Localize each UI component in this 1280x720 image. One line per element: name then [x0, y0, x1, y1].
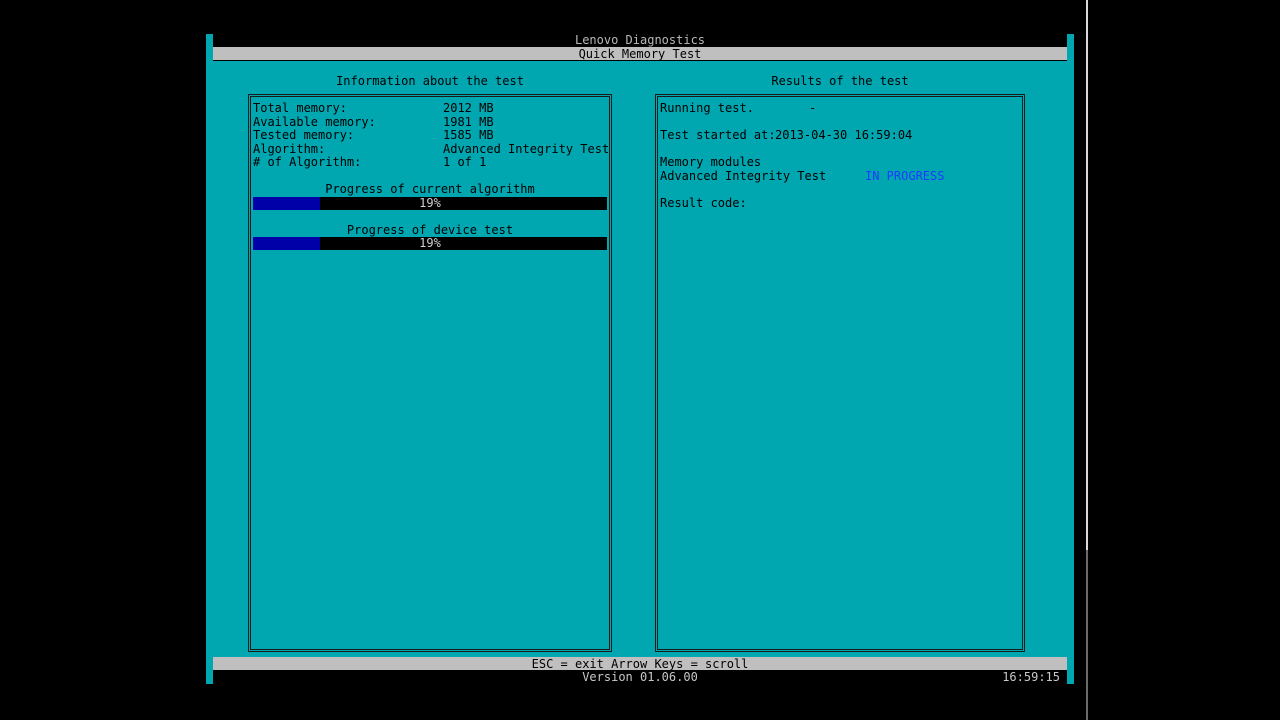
module-test-name: Advanced Integrity Test [660, 169, 827, 183]
window-edge-left [206, 34, 213, 684]
tested-memory-label: Tested memory: [253, 128, 355, 142]
result-code-label: Result code: [660, 196, 747, 210]
test-started-value: 2013-04-30 16:59:04 [775, 128, 913, 142]
test-started-label: Test started at: [660, 128, 776, 142]
current-algorithm-progress-percent: 19% [419, 196, 441, 210]
device-test-progress-bar: 19% [253, 237, 607, 250]
screen-edge-line-lower [1086, 550, 1088, 720]
current-algorithm-progress-title: Progress of current algorithm [325, 182, 535, 196]
tested-memory-value: 1585 MB [443, 128, 494, 142]
clock: 16:59:15 [1002, 670, 1060, 684]
info-panel [248, 94, 612, 652]
memory-modules-label: Memory modules [660, 155, 762, 169]
version-label: Version 01.06.00 [582, 670, 698, 684]
running-test-spinner: - [809, 101, 817, 115]
screen-edge-line [1086, 0, 1088, 550]
results-panel-heading: Results of the test [771, 74, 909, 88]
algorithm-count-value: 1 of 1 [443, 155, 487, 169]
window-edge-right [1067, 34, 1074, 684]
total-memory-label: Total memory: [253, 101, 347, 115]
test-title-bar: Quick Memory Test [213, 47, 1067, 61]
info-panel-heading: Information about the test [336, 74, 524, 88]
app-title: Lenovo Diagnostics [574, 33, 706, 47]
running-test-label: Running test. [660, 101, 754, 115]
total-memory-value: 2012 MB [443, 101, 494, 115]
device-test-progress-percent: 19% [419, 236, 441, 250]
module-test-status: IN PROGRESS [865, 169, 945, 183]
key-hints-bar: ESC = exit Arrow Keys = scroll [213, 657, 1067, 671]
algorithm-count-label: # of Algorithm: [253, 155, 362, 169]
screen: Lenovo Diagnostics Quick Memory Test Inf… [0, 0, 1280, 720]
current-algorithm-progress-bar: 19% [253, 197, 607, 210]
